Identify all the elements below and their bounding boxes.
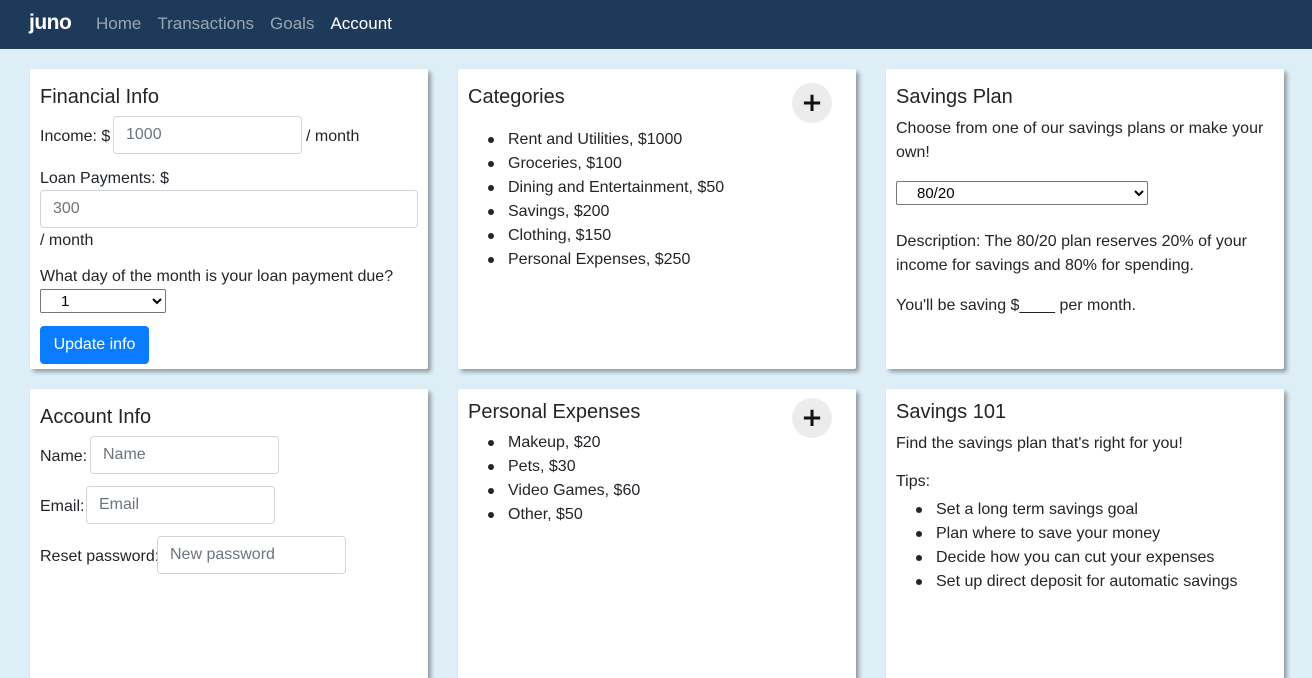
expense-item: Other, $50 xyxy=(488,503,640,527)
personal-expenses-card: Personal Expenses + Makeup, $20 Pets, $3… xyxy=(458,389,856,678)
categories-title: Categories xyxy=(468,86,565,108)
add-expense-button[interactable]: + xyxy=(792,398,832,438)
category-item: Rent and Utilities, $1000 xyxy=(488,128,724,152)
savings-101-intro: Find the savings plan that's right for y… xyxy=(896,435,1183,452)
expense-item: Video Games, $60 xyxy=(488,479,640,503)
income-per-month: / month xyxy=(306,128,360,145)
loan-per-month: / month xyxy=(40,232,94,249)
tip-item: Plan where to save your money xyxy=(916,522,1238,546)
categories-card: Categories + Rent and Utilities, $1000 G… xyxy=(458,69,856,369)
email-label: Email: xyxy=(40,498,85,515)
category-item: Clothing, $150 xyxy=(488,224,724,248)
nav-link-account[interactable]: Account xyxy=(330,14,391,34)
email-input[interactable] xyxy=(86,486,275,524)
tips-list: Set a long term savings goal Plan where … xyxy=(916,498,1238,594)
personal-expenses-title: Personal Expenses xyxy=(468,401,641,423)
loan-payments-label: Loan Payments: $ xyxy=(40,170,169,187)
personal-expenses-list: Makeup, $20 Pets, $30 Video Games, $60 O… xyxy=(488,431,640,527)
update-info-button[interactable]: Update info xyxy=(40,326,149,364)
reset-password-label: Reset password: xyxy=(40,548,160,565)
savings-101-card: Savings 101 Find the savings plan that's… xyxy=(886,389,1284,678)
category-item: Personal Expenses, $250 xyxy=(488,248,724,272)
account-info-title: Account Info xyxy=(40,406,152,428)
loan-due-label: What day of the month is your loan payme… xyxy=(40,268,394,285)
savings-amount-text: You'll be saving $____ per month. xyxy=(896,297,1136,314)
loan-due-day-select[interactable]: 1 xyxy=(40,289,166,313)
savings-plan-description: Description: The 80/20 plan reserves 20%… xyxy=(896,233,1248,274)
plus-icon: + xyxy=(801,403,823,433)
loan-payments-input[interactable] xyxy=(40,190,418,228)
expense-item: Makeup, $20 xyxy=(488,431,640,455)
category-item: Groceries, $100 xyxy=(488,152,724,176)
nav-link-home[interactable]: Home xyxy=(96,14,141,34)
savings-plan-intro: Choose from one of our savings plans or … xyxy=(896,120,1264,161)
tip-item: Set a long term savings goal xyxy=(916,498,1238,522)
savings-plan-card: Savings Plan Choose from one of our savi… xyxy=(886,69,1284,369)
tips-label: Tips: xyxy=(896,473,931,490)
new-password-input[interactable] xyxy=(157,536,346,574)
savings-plan-title: Savings Plan xyxy=(896,86,1013,108)
income-input[interactable] xyxy=(113,116,302,154)
category-item: Savings, $200 xyxy=(488,200,724,224)
nav-links: Home Transactions Goals Account xyxy=(96,14,408,34)
savings-plan-select[interactable]: 80/20 xyxy=(896,181,1148,205)
financial-info-card: Financial Info Income: $ / month Loan Pa… xyxy=(30,69,428,369)
savings-101-title: Savings 101 xyxy=(896,401,1007,423)
category-item: Dining and Entertainment, $50 xyxy=(488,176,724,200)
brand-logo[interactable]: juno xyxy=(29,11,72,35)
account-info-card: Account Info Name: Email: Reset password… xyxy=(30,389,428,678)
expense-item: Pets, $30 xyxy=(488,455,640,479)
categories-list: Rent and Utilities, $1000 Groceries, $10… xyxy=(488,128,724,272)
top-navbar: juno Home Transactions Goals Account xyxy=(0,0,1312,49)
add-category-button[interactable]: + xyxy=(792,83,832,123)
plus-icon: + xyxy=(801,88,823,118)
nav-link-transactions[interactable]: Transactions xyxy=(157,14,254,34)
name-input[interactable] xyxy=(90,436,279,474)
tip-item: Set up direct deposit for automatic savi… xyxy=(916,570,1238,594)
nav-link-goals[interactable]: Goals xyxy=(270,14,314,34)
financial-info-title: Financial Info xyxy=(40,86,159,108)
name-label: Name: xyxy=(40,448,88,465)
income-label: Income: $ xyxy=(40,128,111,145)
tip-item: Decide how you can cut your expenses xyxy=(916,546,1238,570)
